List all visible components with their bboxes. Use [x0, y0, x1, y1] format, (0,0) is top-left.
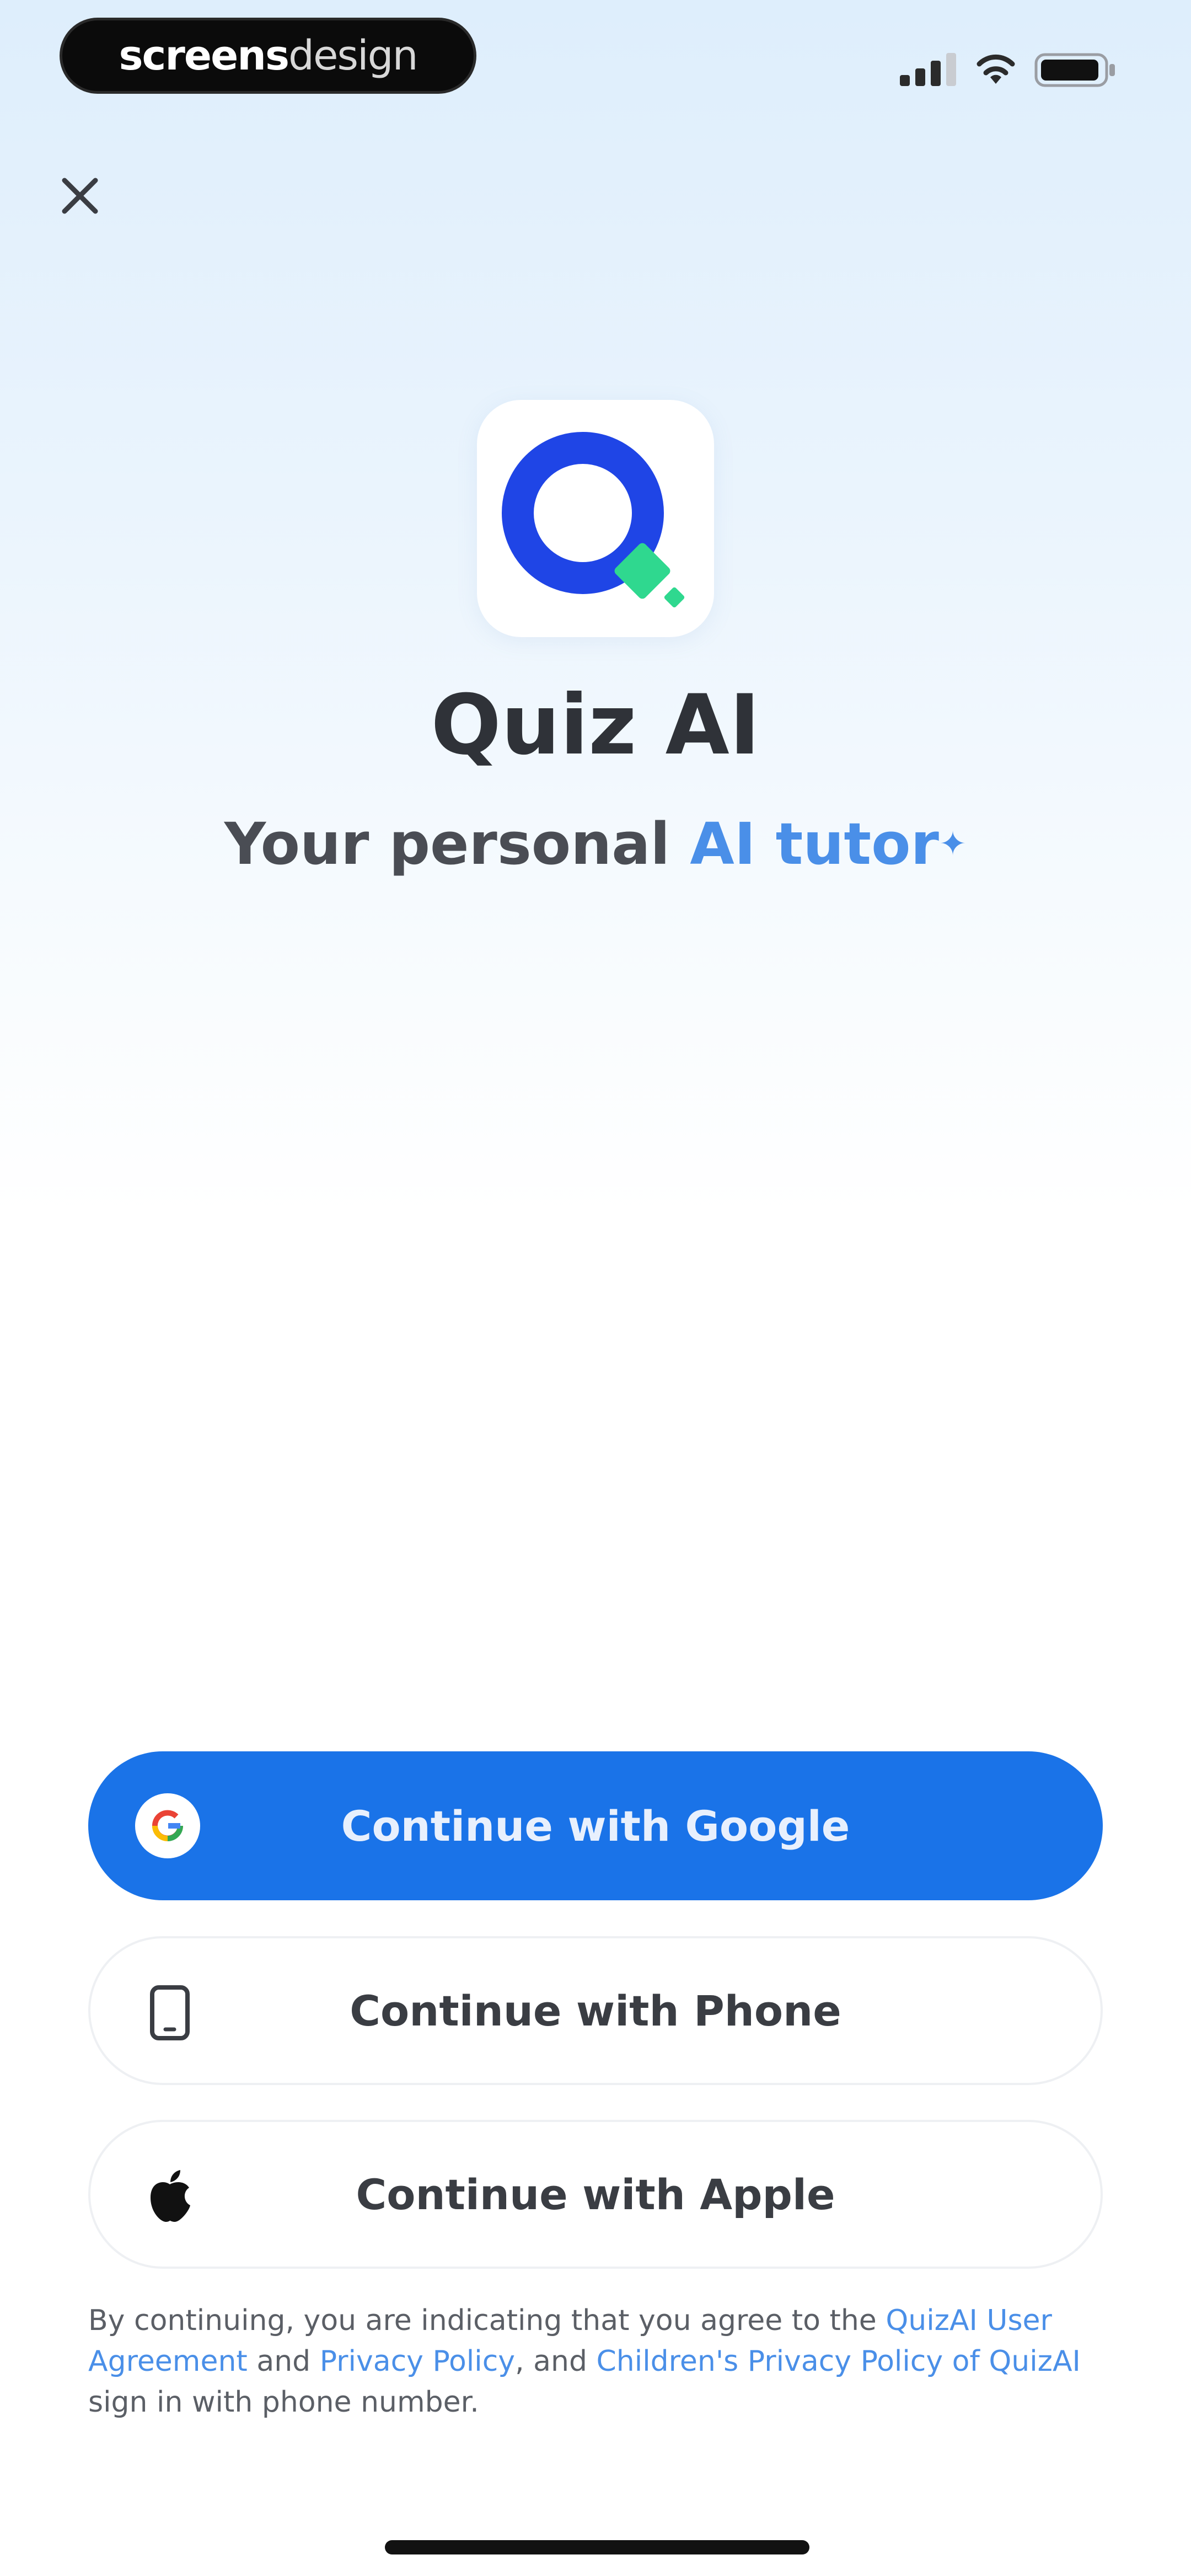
privacy-policy-link[interactable]: Privacy Policy	[320, 2345, 515, 2378]
phone-button-label: Continue with Phone	[350, 1986, 841, 2035]
google-button-label: Continue with Google	[341, 1801, 850, 1851]
legal-text-3: , and	[515, 2345, 597, 2378]
app-title: Quiz AI	[431, 677, 760, 773]
app-logo	[477, 400, 714, 637]
google-icon	[135, 1793, 200, 1858]
continue-with-google-button[interactable]: Continue with Google	[88, 1751, 1103, 1900]
phone-icon	[150, 1985, 190, 2040]
quiz-ai-logo-icon	[502, 432, 685, 608]
close-button[interactable]	[50, 165, 110, 226]
google-icon-wrap	[135, 1793, 201, 1859]
cellular-signal-icon	[900, 53, 956, 86]
childrens-privacy-policy-link[interactable]: Children's Privacy Policy of QuizAI	[597, 2345, 1081, 2378]
battery-icon	[1034, 53, 1115, 87]
phone-icon-wrap	[137, 1980, 203, 2046]
apple-button-label: Continue with Apple	[356, 2169, 835, 2219]
tagline: Your personal AI tutor✦	[0, 805, 1191, 883]
status-bar: screens design	[0, 0, 1191, 110]
brand-part-1: screens	[119, 32, 289, 79]
legal-text-1: By continuing, you are indicating that y…	[88, 2304, 886, 2337]
continue-with-phone-button[interactable]: Continue with Phone	[88, 1936, 1103, 2085]
tagline-prefix: Your personal	[224, 810, 690, 878]
legal-text-4: sign in with phone number.	[88, 2386, 479, 2419]
wifi-icon	[977, 54, 1015, 84]
sparkle-icon: ✦	[938, 825, 967, 863]
apple-icon-wrap	[137, 2163, 203, 2230]
tagline-accent: AI tutor	[690, 810, 939, 878]
home-indicator[interactable]	[385, 2540, 809, 2554]
close-icon	[62, 178, 98, 214]
legal-disclaimer: By continuing, you are indicating that y…	[88, 2300, 1103, 2423]
screensdesign-badge: screens design	[60, 18, 476, 94]
apple-icon	[151, 2170, 190, 2222]
legal-text-2: and	[247, 2345, 320, 2378]
continue-with-apple-button[interactable]: Continue with Apple	[88, 2120, 1103, 2269]
brand-part-2: design	[288, 32, 418, 79]
